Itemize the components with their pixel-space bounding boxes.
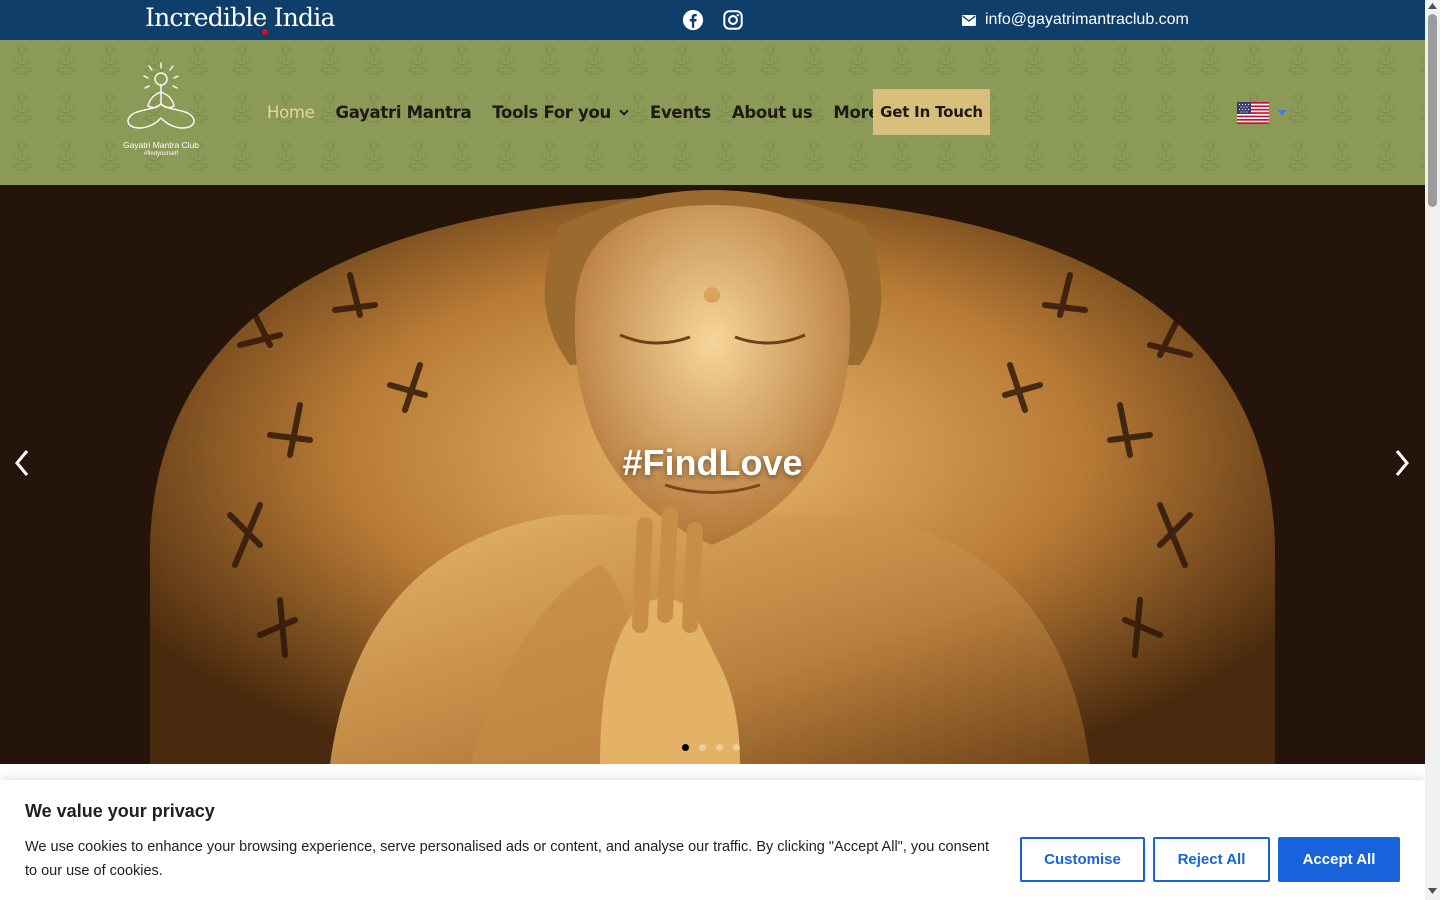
cookie-title: We value your privacy [25, 801, 215, 821]
slider-pagination [682, 744, 740, 751]
instagram-icon[interactable] [722, 9, 744, 31]
slider-dot-2[interactable] [699, 744, 706, 751]
page-scrollbar[interactable] [1425, 0, 1440, 900]
nav-gayatri-mantra[interactable]: Gayatri Mantra [336, 103, 472, 122]
site-header: Gayatri Mantra Club #findyourself Home G… [0, 40, 1425, 185]
nav-tools-for-you[interactable]: Tools For you [492, 103, 629, 122]
nav-tools-label: Tools For you [492, 102, 611, 122]
nav-home[interactable]: Home [267, 103, 315, 122]
site-logo[interactable]: Gayatri Mantra Club #findyourself [118, 60, 204, 165]
chevron-down-icon [619, 109, 629, 116]
caret-down-icon [1277, 110, 1287, 116]
site-name: Gayatri Mantra Club [122, 140, 200, 150]
meditating-figure-icon [127, 62, 195, 129]
slider-next-arrow-icon[interactable] [1394, 448, 1410, 478]
incredible-india-logo[interactable]: Incredible India [145, 2, 335, 35]
language-switcher[interactable] [1237, 101, 1287, 125]
hero-slider: #FindLove [0, 185, 1425, 764]
scrollbar-thumb[interactable] [1428, 14, 1437, 207]
hero-title: #FindLove [622, 442, 803, 483]
us-flag-icon [1237, 102, 1269, 124]
logo-red-dot [262, 29, 268, 35]
top-bar: Incredible India info@gayatrimantraclub.… [0, 0, 1425, 40]
slider-dot-4[interactable] [733, 744, 740, 751]
get-in-touch-button[interactable]: Get In Touch [873, 89, 990, 135]
scroll-up-arrow-icon[interactable] [1428, 3, 1437, 9]
accept-all-button[interactable]: Accept All [1278, 837, 1400, 882]
slider-dot-1[interactable] [682, 744, 689, 751]
envelope-icon [962, 14, 976, 26]
email-link[interactable]: info@gayatrimantraclub.com [962, 10, 1189, 30]
nav-about-us[interactable]: About us [732, 103, 813, 122]
email-address: info@gayatrimantraclub.com [985, 11, 1189, 28]
cookie-consent-banner: We value your privacy We use cookies to … [0, 780, 1425, 900]
incredible-india-logo-text: Incredible India [145, 3, 335, 32]
customise-button[interactable]: Customise [1020, 837, 1145, 882]
slider-dot-3[interactable] [716, 744, 723, 751]
cookie-description: We use cookies to enhance your browsing … [25, 839, 990, 879]
facebook-icon[interactable] [682, 9, 704, 31]
site-tagline: #findyourself [143, 151, 179, 157]
main-nav: Home Gayatri Mantra Tools For you Events… [267, 100, 918, 124]
scroll-down-arrow-icon[interactable] [1428, 888, 1437, 894]
slider-prev-arrow-icon[interactable] [14, 448, 30, 478]
nav-events[interactable]: Events [650, 103, 711, 122]
reject-all-button[interactable]: Reject All [1153, 837, 1270, 882]
page: Incredible India info@gayatrimantraclub.… [0, 0, 1440, 900]
